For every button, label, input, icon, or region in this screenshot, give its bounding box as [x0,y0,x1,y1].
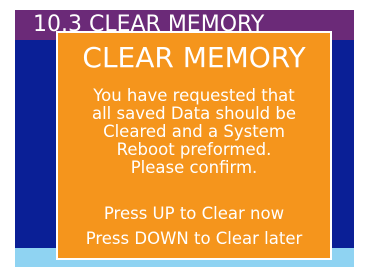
message-line: Cleared and a System [103,122,285,141]
clear-later-instruction: Press DOWN to Clear later [85,229,303,248]
clear-now-instruction: Press UP to Clear now [103,204,285,223]
device-screen: 10.3 CLEAR MEMORY CLEAR MEMORY You have … [15,10,354,267]
clear-memory-dialog: CLEAR MEMORY You have requested that all… [56,31,332,260]
dialog-title: CLEAR MEMORY [82,41,306,74]
message-line: Please confirm. [130,158,258,177]
message-line: all saved Data should be [91,104,297,123]
message-line: You have requested that [93,86,295,105]
message-line: Reboot preformed. [116,140,272,159]
dialog-message: You have requested that all saved Data s… [58,87,330,177]
